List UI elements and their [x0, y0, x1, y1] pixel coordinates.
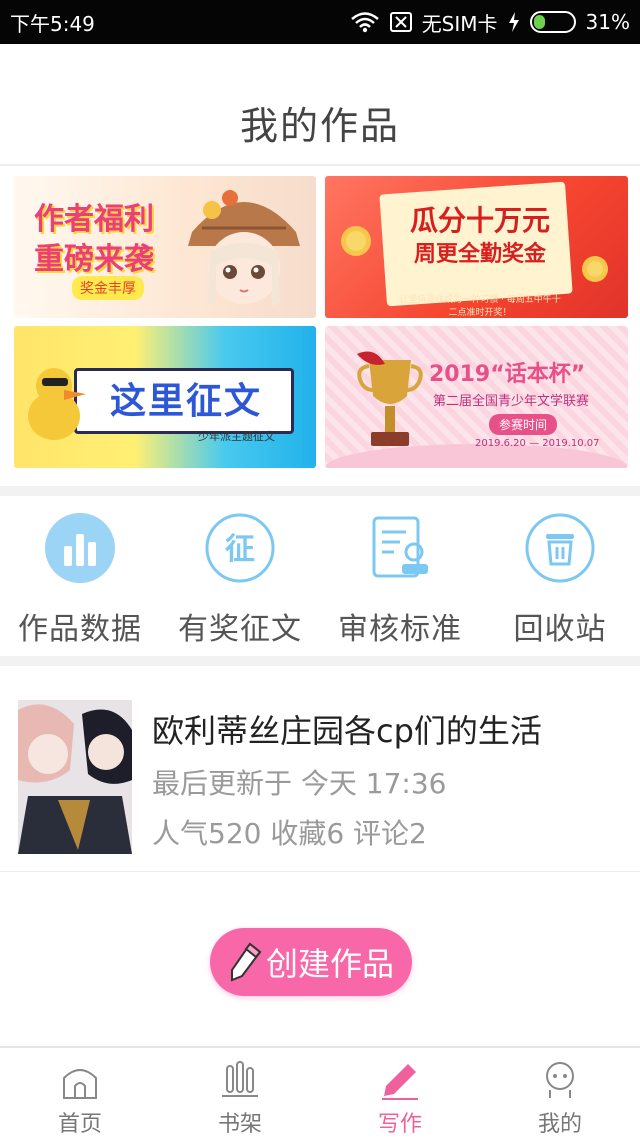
banner-author-welfare-text: 作者福利 重磅来袭	[34, 200, 154, 280]
banner-huaben-cup-button: 参赛时间	[489, 414, 558, 435]
contest-icon: 征	[204, 512, 276, 584]
banner-author-welfare[interactable]: 作者福利 重磅来袭 奖金丰厚	[14, 176, 316, 318]
banner-huaben-cup-sub: 第二届全国青少年文学联赛	[433, 394, 590, 409]
banner-weekly-bonus-line2: 周更全勤奖金	[413, 242, 546, 267]
banner-essay-contest-sub: 少年派主题征文	[198, 430, 275, 443]
banner-author-welfare-line1: 作者福利	[34, 202, 154, 237]
review-standard-icon	[364, 512, 436, 584]
page-title: 我的作品	[239, 104, 400, 148]
home-icon	[58, 1060, 102, 1100]
battery-fill	[533, 15, 546, 29]
action-review-standard-label: 审核标准	[338, 612, 462, 647]
profile-icon	[538, 1060, 582, 1100]
nav-profile-label: 我的	[537, 1112, 582, 1137]
nav-write[interactable]: 写作	[320, 1048, 480, 1138]
nav-home[interactable]: 首页	[0, 1048, 160, 1138]
banner-author-welfare-badge: 奖金丰厚	[72, 276, 144, 300]
trophy-icon	[357, 351, 423, 446]
status-indicators: 无SIM卡 31%	[350, 8, 630, 37]
bottom-nav: 首页 书架 写作 我的	[0, 1046, 640, 1138]
action-recycle-bin[interactable]: 回收站	[480, 500, 640, 658]
battery-icon	[529, 11, 576, 33]
trash-icon	[524, 512, 596, 584]
work-stats: 人气520 收藏6 评论2	[152, 817, 427, 850]
pencil-icon	[378, 1060, 422, 1100]
work-cover-image	[18, 700, 132, 854]
banner-huaben-cup-date: 2019.6.20 — 2019.10.07	[475, 438, 600, 449]
action-work-data[interactable]: 作品数据	[0, 500, 160, 658]
svg-text:征: 征	[225, 532, 255, 567]
action-essay-contest[interactable]: 征 有奖征文	[160, 500, 320, 658]
nav-write-label: 写作	[377, 1112, 422, 1137]
work-updated: 最后更新于 今天 17:36	[152, 767, 447, 800]
nav-home-label: 首页	[57, 1112, 102, 1137]
banner-weekly-bonus-text: 瓜分十万元 周更全勤奖金	[395, 204, 565, 272]
banner-essay-contest-text: 这里征文	[110, 381, 263, 422]
action-essay-contest-label: 有奖征文	[178, 612, 302, 647]
banner-weekly-bonus[interactable]: 瓜分十万元 周更全勤奖金 让坚持写作成为一种习惯 · 每周五中午十二点准时开奖！	[325, 176, 628, 318]
create-work-label: 创建作品	[265, 945, 394, 983]
wifi-icon	[350, 12, 379, 33]
banner-author-welfare-line2: 重磅来袭	[34, 242, 154, 277]
sim-status: 无SIM卡	[421, 11, 498, 36]
work-title: 欧利蒂丝庄园各cp们的生活	[152, 712, 542, 750]
coin-icon	[341, 226, 371, 256]
banner-essay-contest[interactable]: 这里征文 少年派主题征文	[14, 326, 316, 468]
nav-profile[interactable]: 我的	[480, 1048, 640, 1138]
work-list-item[interactable]: 欧利蒂丝庄园各cp们的生活 最后更新于 今天 17:36 人气520 收藏6 评…	[0, 666, 640, 872]
action-review-standard[interactable]: 审核标准	[320, 500, 480, 658]
duck-mascot-icon	[28, 368, 86, 440]
action-work-data-label: 作品数据	[18, 612, 142, 647]
status-bar: 下午5:49 无SIM卡 31%	[0, 0, 640, 44]
banner-huaben-cup-title: 2019“话本杯”	[429, 362, 586, 387]
nav-bookshelf[interactable]: 书架	[160, 1048, 320, 1138]
bar-chart-icon	[44, 512, 116, 584]
banner-weekly-bonus-sub: 让坚持写作成为一种习惯 · 每周五中午十二点准时开奖！	[399, 295, 561, 318]
create-work-button[interactable]: 创建作品	[210, 928, 412, 996]
coin-icon	[582, 256, 608, 282]
page-header: 我的作品	[0, 44, 640, 166]
status-time: 下午5:49	[10, 11, 95, 36]
pencil-icon	[230, 942, 262, 982]
no-sim-icon	[389, 12, 412, 32]
banner-weekly-bonus-line1: 瓜分十万元	[409, 204, 550, 237]
action-recycle-bin-label: 回收站	[513, 612, 607, 647]
anime-girl-illustration	[188, 190, 300, 306]
banner-huaben-cup[interactable]: 2019“话本杯” 第二届全国青少年文学联赛 参赛时间 2019.6.20 — …	[325, 326, 628, 468]
bookshelf-icon	[218, 1060, 262, 1100]
nav-bookshelf-label: 书架	[217, 1112, 262, 1137]
section-divider	[0, 656, 640, 666]
banner-grid: 作者福利 重磅来袭 奖金丰厚 瓜分十万元 周更全勤奖金 让坚持写作成为一种习惯 …	[0, 176, 640, 472]
battery-percent: 31%	[585, 10, 630, 34]
section-divider	[0, 486, 640, 496]
charging-icon	[508, 12, 519, 32]
quick-actions: 作品数据 征 有奖征文 审核标准 回收站	[0, 500, 640, 658]
